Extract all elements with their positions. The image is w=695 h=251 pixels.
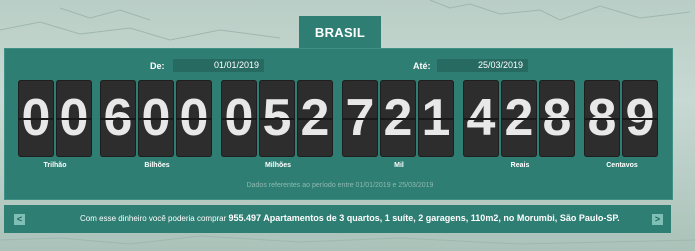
- counter-digit: 0: [138, 80, 174, 157]
- counter-digit: 8: [539, 80, 575, 157]
- counter-digit: 8: [584, 80, 620, 157]
- ticker-highlight: 955.497 Apartamentos de 3 quartos, 1 suí…: [228, 213, 620, 223]
- unit-label-milhoes: Milhões: [264, 162, 292, 169]
- counter-digit: 2: [501, 80, 537, 157]
- counter-digit: 0: [18, 80, 54, 157]
- unit-label-mil: Mil: [394, 162, 404, 169]
- unit-label-trilhao: Trilhão: [43, 162, 67, 169]
- date-to-field[interactable]: 25/03/2019: [437, 59, 528, 72]
- counter-digit: 2: [380, 80, 416, 157]
- counter-digit: 6: [100, 80, 136, 157]
- counter-digit: 0: [221, 80, 257, 157]
- counter-digit: 7: [342, 80, 378, 157]
- unit-label-reais: Reais: [510, 162, 530, 169]
- counter-digit: 0: [176, 80, 212, 157]
- ticker-prefix: Com esse dinheiro você poderia comprar: [80, 214, 227, 223]
- unit-label-bilhoes: Bilhões: [144, 162, 170, 169]
- unit-label-centavos: Centavos: [606, 162, 638, 169]
- date-from-field[interactable]: 01/01/2019: [173, 59, 264, 72]
- tab-brasil[interactable]: BRASIL: [299, 16, 381, 49]
- date-from-label: De:: [150, 61, 165, 71]
- counter-digit: 0: [56, 80, 92, 157]
- period-note: Dados referentes ao período entre 01/01/…: [246, 182, 434, 189]
- date-to-label: Até:: [413, 61, 431, 71]
- counter-digit: 5: [259, 80, 295, 157]
- next-arrow-button[interactable]: >: [652, 214, 663, 225]
- prev-arrow-button[interactable]: <: [14, 214, 25, 225]
- counter-digit: 2: [297, 80, 333, 157]
- counter-digit: 1: [418, 80, 454, 157]
- counter-digit: 9: [622, 80, 658, 157]
- ticker-text: Com esse dinheiro você poderia comprar 9…: [80, 213, 620, 223]
- counter-digit: 4: [463, 80, 499, 157]
